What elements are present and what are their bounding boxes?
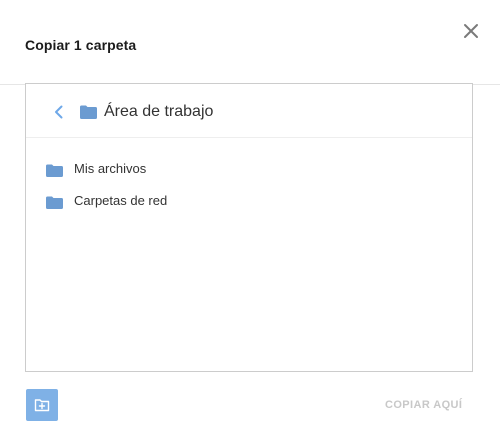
dialog-title: Copiar 1 carpeta — [25, 37, 137, 53]
list-item-label: Carpetas de red — [74, 193, 168, 208]
back-button[interactable] — [52, 104, 66, 120]
new-folder-icon — [34, 399, 50, 412]
browser-header: Área de trabajo — [26, 84, 472, 138]
list-item-label: Mis archivos — [74, 161, 147, 176]
list-item-mis-archivos[interactable]: Mis archivos — [26, 154, 472, 186]
close-icon — [464, 24, 478, 38]
folder-icon — [46, 196, 63, 209]
new-folder-button[interactable] — [26, 389, 58, 421]
list-item-carpetas-de-red[interactable]: Carpetas de red — [26, 186, 472, 218]
chevron-left-icon — [55, 105, 63, 119]
folder-list: Mis archivos Carpetas de red — [26, 154, 472, 218]
current-folder-title: Área de trabajo — [104, 103, 214, 120]
copy-dialog: Copiar 1 carpeta Área de trabajo Mis arc… — [0, 0, 500, 442]
folder-icon — [46, 164, 63, 177]
folder-icon — [80, 105, 97, 119]
close-button[interactable] — [458, 18, 484, 44]
folder-browser: Área de trabajo Mis archivos Carpetas de… — [25, 83, 473, 372]
copy-here-button[interactable]: COPIAR AQUÍ — [385, 399, 462, 411]
